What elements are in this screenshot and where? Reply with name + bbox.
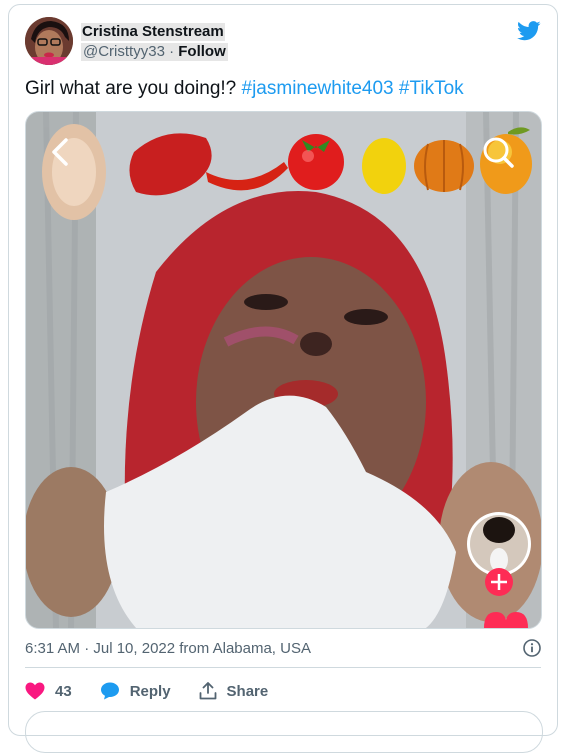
reply-icon	[100, 682, 119, 700]
tweet-timestamp[interactable]: 6:31 AM · Jul 10, 2022 from Alabama, USA	[25, 639, 311, 659]
twitter-bird-icon[interactable]	[517, 21, 541, 41]
tweet-text: Girl what are you doing!? #jasminewhite4…	[25, 77, 535, 101]
info-icon[interactable]	[523, 639, 541, 657]
share-label: Share	[226, 682, 269, 700]
raw-chicken-icon[interactable]	[42, 124, 106, 220]
author-handle-row: @Cristtyy33 · Follow	[81, 43, 228, 61]
creator-avatar[interactable]	[467, 512, 531, 576]
plus-icon[interactable]	[485, 568, 513, 596]
hashtag-tiktok[interactable]: #TikTok	[399, 78, 464, 99]
hashtag-jasminewhite403[interactable]: #jasminewhite403	[242, 78, 394, 99]
tomato-icon[interactable]	[288, 134, 344, 190]
pumpkin-icon[interactable]	[414, 140, 474, 192]
reply-label: Reply	[129, 682, 171, 700]
share-icon	[199, 682, 216, 700]
avatar[interactable]	[25, 17, 73, 65]
video-frame	[26, 112, 541, 628]
read-replies-button[interactable]	[25, 711, 543, 753]
reply-button[interactable]: Reply	[100, 682, 171, 700]
heart-icon	[25, 682, 45, 700]
action-bar: 43 Reply Share	[25, 679, 296, 703]
like-button[interactable]: 43	[25, 682, 72, 700]
divider	[25, 667, 541, 668]
author-handle[interactable]: @Cristtyy33	[83, 43, 165, 60]
tweet-header: Cristina Stenstream @Cristtyy33 · Follow	[25, 17, 541, 67]
separator: ·	[169, 43, 175, 60]
lemon-icon[interactable]	[362, 138, 406, 194]
video-media[interactable]	[25, 111, 542, 629]
like-count: 43	[55, 682, 72, 700]
tweet-body: Girl what are you doing!?	[25, 78, 237, 99]
follow-button[interactable]: Follow	[178, 43, 226, 60]
share-button[interactable]: Share	[199, 682, 269, 700]
author-name[interactable]: Cristina Stenstream	[81, 23, 225, 41]
tweet-card: Cristina Stenstream @Cristtyy33 · Follow…	[8, 4, 558, 753]
